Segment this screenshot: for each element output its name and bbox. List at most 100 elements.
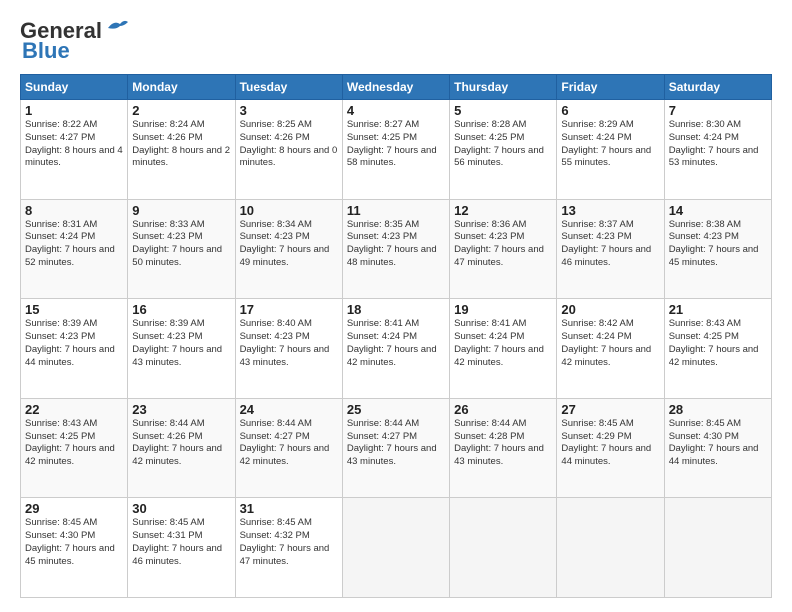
weekday-header-wednesday: Wednesday	[342, 75, 449, 100]
page: General Blue SundayMondayTuesdayWednesda…	[0, 0, 792, 612]
calendar-cell: 29 Sunrise: 8:45 AMSunset: 4:30 PMDaylig…	[21, 498, 128, 598]
calendar-cell: 23 Sunrise: 8:44 AMSunset: 4:26 PMDaylig…	[128, 398, 235, 498]
cell-info: Sunrise: 8:28 AMSunset: 4:25 PMDaylight:…	[454, 119, 544, 168]
day-number: 26	[454, 402, 552, 417]
calendar-cell: 20 Sunrise: 8:42 AMSunset: 4:24 PMDaylig…	[557, 299, 664, 399]
cell-info: Sunrise: 8:43 AMSunset: 4:25 PMDaylight:…	[25, 418, 115, 467]
cell-info: Sunrise: 8:45 AMSunset: 4:29 PMDaylight:…	[561, 418, 651, 467]
day-number: 1	[25, 103, 123, 118]
day-number: 24	[240, 402, 338, 417]
calendar-cell: 14 Sunrise: 8:38 AMSunset: 4:23 PMDaylig…	[664, 199, 771, 299]
cell-info: Sunrise: 8:39 AMSunset: 4:23 PMDaylight:…	[25, 318, 115, 367]
day-number: 31	[240, 501, 338, 516]
cell-info: Sunrise: 8:40 AMSunset: 4:23 PMDaylight:…	[240, 318, 330, 367]
cell-info: Sunrise: 8:41 AMSunset: 4:24 PMDaylight:…	[347, 318, 437, 367]
day-number: 21	[669, 302, 767, 317]
calendar-cell: 30 Sunrise: 8:45 AMSunset: 4:31 PMDaylig…	[128, 498, 235, 598]
week-row-5: 29 Sunrise: 8:45 AMSunset: 4:30 PMDaylig…	[21, 498, 772, 598]
cell-info: Sunrise: 8:25 AMSunset: 4:26 PMDaylight:…	[240, 119, 338, 168]
calendar-cell: 7 Sunrise: 8:30 AMSunset: 4:24 PMDayligh…	[664, 100, 771, 200]
logo-blue: Blue	[20, 38, 70, 64]
cell-info: Sunrise: 8:45 AMSunset: 4:32 PMDaylight:…	[240, 517, 330, 566]
cell-info: Sunrise: 8:44 AMSunset: 4:28 PMDaylight:…	[454, 418, 544, 467]
calendar-cell: 15 Sunrise: 8:39 AMSunset: 4:23 PMDaylig…	[21, 299, 128, 399]
weekday-header-saturday: Saturday	[664, 75, 771, 100]
cell-info: Sunrise: 8:22 AMSunset: 4:27 PMDaylight:…	[25, 119, 123, 168]
calendar-cell: 27 Sunrise: 8:45 AMSunset: 4:29 PMDaylig…	[557, 398, 664, 498]
cell-info: Sunrise: 8:37 AMSunset: 4:23 PMDaylight:…	[561, 219, 651, 268]
day-number: 19	[454, 302, 552, 317]
day-number: 6	[561, 103, 659, 118]
day-number: 13	[561, 203, 659, 218]
day-number: 29	[25, 501, 123, 516]
weekday-header-row: SundayMondayTuesdayWednesdayThursdayFrid…	[21, 75, 772, 100]
calendar-cell: 3 Sunrise: 8:25 AMSunset: 4:26 PMDayligh…	[235, 100, 342, 200]
calendar-cell	[664, 498, 771, 598]
day-number: 15	[25, 302, 123, 317]
day-number: 16	[132, 302, 230, 317]
day-number: 9	[132, 203, 230, 218]
calendar-table: SundayMondayTuesdayWednesdayThursdayFrid…	[20, 74, 772, 598]
weekday-header-friday: Friday	[557, 75, 664, 100]
day-number: 20	[561, 302, 659, 317]
calendar-cell: 13 Sunrise: 8:37 AMSunset: 4:23 PMDaylig…	[557, 199, 664, 299]
day-number: 10	[240, 203, 338, 218]
calendar-cell: 9 Sunrise: 8:33 AMSunset: 4:23 PMDayligh…	[128, 199, 235, 299]
calendar-cell: 17 Sunrise: 8:40 AMSunset: 4:23 PMDaylig…	[235, 299, 342, 399]
day-number: 22	[25, 402, 123, 417]
calendar-cell: 31 Sunrise: 8:45 AMSunset: 4:32 PMDaylig…	[235, 498, 342, 598]
calendar-cell: 11 Sunrise: 8:35 AMSunset: 4:23 PMDaylig…	[342, 199, 449, 299]
calendar-cell: 25 Sunrise: 8:44 AMSunset: 4:27 PMDaylig…	[342, 398, 449, 498]
day-number: 8	[25, 203, 123, 218]
calendar-cell: 12 Sunrise: 8:36 AMSunset: 4:23 PMDaylig…	[450, 199, 557, 299]
calendar-cell: 24 Sunrise: 8:44 AMSunset: 4:27 PMDaylig…	[235, 398, 342, 498]
calendar-cell: 5 Sunrise: 8:28 AMSunset: 4:25 PMDayligh…	[450, 100, 557, 200]
cell-info: Sunrise: 8:38 AMSunset: 4:23 PMDaylight:…	[669, 219, 759, 268]
cell-info: Sunrise: 8:29 AMSunset: 4:24 PMDaylight:…	[561, 119, 651, 168]
cell-info: Sunrise: 8:34 AMSunset: 4:23 PMDaylight:…	[240, 219, 330, 268]
cell-info: Sunrise: 8:27 AMSunset: 4:25 PMDaylight:…	[347, 119, 437, 168]
calendar-cell: 10 Sunrise: 8:34 AMSunset: 4:23 PMDaylig…	[235, 199, 342, 299]
calendar-cell: 8 Sunrise: 8:31 AMSunset: 4:24 PMDayligh…	[21, 199, 128, 299]
cell-info: Sunrise: 8:42 AMSunset: 4:24 PMDaylight:…	[561, 318, 651, 367]
week-row-4: 22 Sunrise: 8:43 AMSunset: 4:25 PMDaylig…	[21, 398, 772, 498]
day-number: 17	[240, 302, 338, 317]
calendar-cell	[342, 498, 449, 598]
calendar-cell: 21 Sunrise: 8:43 AMSunset: 4:25 PMDaylig…	[664, 299, 771, 399]
cell-info: Sunrise: 8:45 AMSunset: 4:30 PMDaylight:…	[25, 517, 115, 566]
calendar-cell	[450, 498, 557, 598]
calendar-cell: 19 Sunrise: 8:41 AMSunset: 4:24 PMDaylig…	[450, 299, 557, 399]
day-number: 4	[347, 103, 445, 118]
cell-info: Sunrise: 8:44 AMSunset: 4:26 PMDaylight:…	[132, 418, 222, 467]
day-number: 23	[132, 402, 230, 417]
cell-info: Sunrise: 8:30 AMSunset: 4:24 PMDaylight:…	[669, 119, 759, 168]
cell-info: Sunrise: 8:45 AMSunset: 4:30 PMDaylight:…	[669, 418, 759, 467]
day-number: 2	[132, 103, 230, 118]
calendar-cell: 22 Sunrise: 8:43 AMSunset: 4:25 PMDaylig…	[21, 398, 128, 498]
cell-info: Sunrise: 8:41 AMSunset: 4:24 PMDaylight:…	[454, 318, 544, 367]
logo-bird-icon	[106, 18, 128, 36]
weekday-header-sunday: Sunday	[21, 75, 128, 100]
calendar-cell	[557, 498, 664, 598]
calendar-cell: 28 Sunrise: 8:45 AMSunset: 4:30 PMDaylig…	[664, 398, 771, 498]
weekday-header-thursday: Thursday	[450, 75, 557, 100]
calendar-cell: 4 Sunrise: 8:27 AMSunset: 4:25 PMDayligh…	[342, 100, 449, 200]
calendar-cell: 26 Sunrise: 8:44 AMSunset: 4:28 PMDaylig…	[450, 398, 557, 498]
header: General Blue	[20, 18, 772, 64]
day-number: 27	[561, 402, 659, 417]
calendar-cell: 18 Sunrise: 8:41 AMSunset: 4:24 PMDaylig…	[342, 299, 449, 399]
day-number: 12	[454, 203, 552, 218]
day-number: 11	[347, 203, 445, 218]
calendar-cell: 1 Sunrise: 8:22 AMSunset: 4:27 PMDayligh…	[21, 100, 128, 200]
weekday-header-tuesday: Tuesday	[235, 75, 342, 100]
calendar-cell: 2 Sunrise: 8:24 AMSunset: 4:26 PMDayligh…	[128, 100, 235, 200]
cell-info: Sunrise: 8:44 AMSunset: 4:27 PMDaylight:…	[347, 418, 437, 467]
cell-info: Sunrise: 8:39 AMSunset: 4:23 PMDaylight:…	[132, 318, 222, 367]
cell-info: Sunrise: 8:31 AMSunset: 4:24 PMDaylight:…	[25, 219, 115, 268]
day-number: 28	[669, 402, 767, 417]
cell-info: Sunrise: 8:43 AMSunset: 4:25 PMDaylight:…	[669, 318, 759, 367]
cell-info: Sunrise: 8:44 AMSunset: 4:27 PMDaylight:…	[240, 418, 330, 467]
day-number: 18	[347, 302, 445, 317]
cell-info: Sunrise: 8:45 AMSunset: 4:31 PMDaylight:…	[132, 517, 222, 566]
week-row-1: 1 Sunrise: 8:22 AMSunset: 4:27 PMDayligh…	[21, 100, 772, 200]
